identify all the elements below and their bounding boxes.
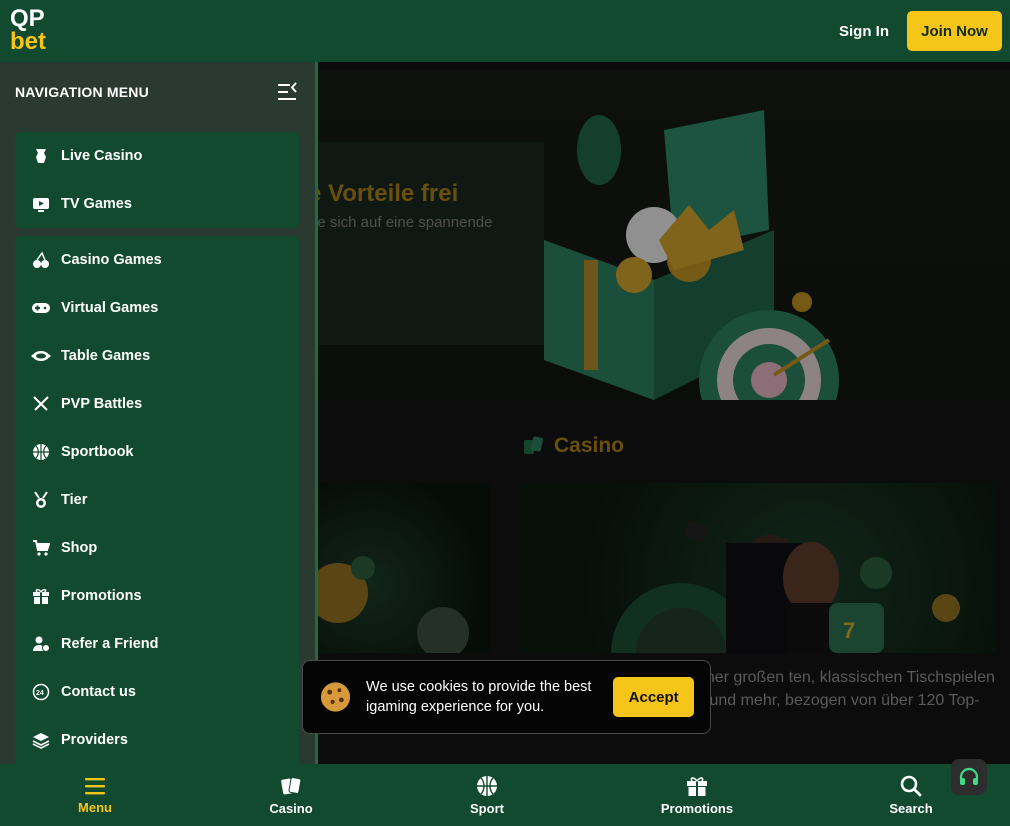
sidebar-item-shop[interactable]: Shop bbox=[15, 524, 299, 572]
page: QP bet Sign In Join Now e Vorteile frei … bbox=[0, 0, 1010, 826]
sidebar-item-sportbook[interactable]: Sportbook bbox=[15, 428, 299, 476]
gift-icon bbox=[31, 586, 51, 606]
bottom-nav-menu[interactable]: Menu bbox=[65, 764, 125, 826]
nav-group-main: Casino Games Virtual Games Table Games P… bbox=[15, 236, 299, 764]
bottom-nav-sport[interactable]: Sport bbox=[457, 764, 517, 826]
cookie-banner: We use cookies to provide the best igami… bbox=[302, 660, 711, 734]
live-casino-icon bbox=[31, 146, 51, 166]
menu-icon bbox=[85, 777, 105, 794]
sidebar-item-label: TV Games bbox=[61, 196, 132, 212]
svg-text:24: 24 bbox=[36, 690, 44, 697]
basketball-icon bbox=[31, 442, 51, 462]
top-header: QP bet Sign In Join Now bbox=[0, 0, 1010, 62]
sidebar-item-live-casino[interactable]: Live Casino bbox=[15, 132, 299, 180]
sidebar-item-providers[interactable]: Providers bbox=[15, 716, 299, 764]
basketball-icon bbox=[477, 775, 497, 796]
bottom-nav-label: Sport bbox=[470, 800, 504, 816]
cart-icon bbox=[31, 538, 51, 558]
bottom-nav: Menu Casino Sport Promotions Search bbox=[0, 764, 1010, 826]
nav-group-live: Live Casino TV Games bbox=[15, 132, 299, 228]
gift-icon bbox=[687, 776, 707, 796]
table-icon bbox=[31, 346, 51, 366]
sidebar-item-label: Refer a Friend bbox=[61, 636, 159, 652]
header-actions: Sign In Join Now bbox=[839, 11, 1002, 51]
sidebar-item-label: Table Games bbox=[61, 348, 151, 364]
sign-in-button[interactable]: Sign In bbox=[839, 23, 889, 40]
sidebar-item-label: PVP Battles bbox=[61, 396, 143, 412]
bottom-nav-label: Promotions bbox=[660, 800, 734, 816]
swords-icon bbox=[31, 394, 51, 414]
join-now-button[interactable]: Join Now bbox=[907, 11, 1002, 51]
medal-icon bbox=[31, 490, 51, 510]
logo-line-2: bet bbox=[10, 28, 46, 55]
sidebar-item-label: Shop bbox=[61, 540, 98, 556]
sidebar-item-label: Contact us bbox=[61, 684, 136, 700]
sidebar-item-label: Live Casino bbox=[61, 148, 143, 164]
sidebar-item-label: Promotions bbox=[61, 588, 142, 604]
bottom-nav-label: Menu bbox=[78, 799, 112, 815]
sidebar-item-virtual-games[interactable]: Virtual Games bbox=[15, 284, 299, 332]
sidebar-item-casino-games[interactable]: Casino Games bbox=[15, 236, 299, 284]
navigation-menu-title: NAVIGATION MENU bbox=[15, 84, 149, 100]
sidebar-item-label: Sportbook bbox=[61, 444, 134, 460]
bottom-nav-casino[interactable]: Casino bbox=[261, 764, 321, 826]
bottom-nav-label: Casino bbox=[269, 800, 313, 816]
navigation-menu-header: NAVIGATION MENU bbox=[0, 62, 315, 122]
accept-cookies-button[interactable]: Accept bbox=[613, 677, 694, 717]
sidebar-item-tv-games[interactable]: TV Games bbox=[15, 180, 299, 228]
sidebar-item-promotions[interactable]: Promotions bbox=[15, 572, 299, 620]
sidebar-item-label: Virtual Games bbox=[61, 300, 159, 316]
cookie-message: We use cookies to provide the best igami… bbox=[366, 679, 592, 715]
24h-icon: 24 bbox=[31, 682, 51, 702]
sidebar-item-label: Providers bbox=[61, 732, 128, 748]
tv-icon bbox=[31, 194, 51, 214]
qpbet-logo[interactable]: QP bet bbox=[10, 7, 46, 55]
sidebar-item-tier[interactable]: Tier bbox=[15, 476, 299, 524]
collapse-menu-icon[interactable] bbox=[275, 80, 299, 104]
navigation-menu: NAVIGATION MENU Live Casino TV Games Cas… bbox=[0, 62, 318, 764]
sidebar-item-label: Tier bbox=[61, 492, 88, 508]
gamepad-icon bbox=[31, 298, 51, 318]
refer-icon bbox=[31, 634, 51, 654]
headset-icon bbox=[959, 767, 979, 785]
sidebar-item-label: Casino Games bbox=[61, 252, 162, 268]
sidebar-item-contact-us[interactable]: 24 Contact us bbox=[15, 668, 299, 716]
sidebar-item-pvp-battles[interactable]: PVP Battles bbox=[15, 380, 299, 428]
cookie-icon bbox=[320, 682, 351, 712]
bottom-nav-promotions[interactable]: Promotions bbox=[652, 764, 742, 826]
sidebar-item-table-games[interactable]: Table Games bbox=[15, 332, 299, 380]
support-chat-button[interactable] bbox=[951, 759, 987, 795]
cards-icon bbox=[281, 776, 302, 794]
search-icon bbox=[900, 775, 922, 796]
bottom-nav-search[interactable]: Search bbox=[881, 764, 941, 826]
layers-icon bbox=[31, 730, 51, 750]
sidebar-item-refer-a-friend[interactable]: Refer a Friend bbox=[15, 620, 299, 668]
cherry-icon bbox=[31, 250, 51, 270]
bottom-nav-label: Search bbox=[889, 800, 933, 816]
